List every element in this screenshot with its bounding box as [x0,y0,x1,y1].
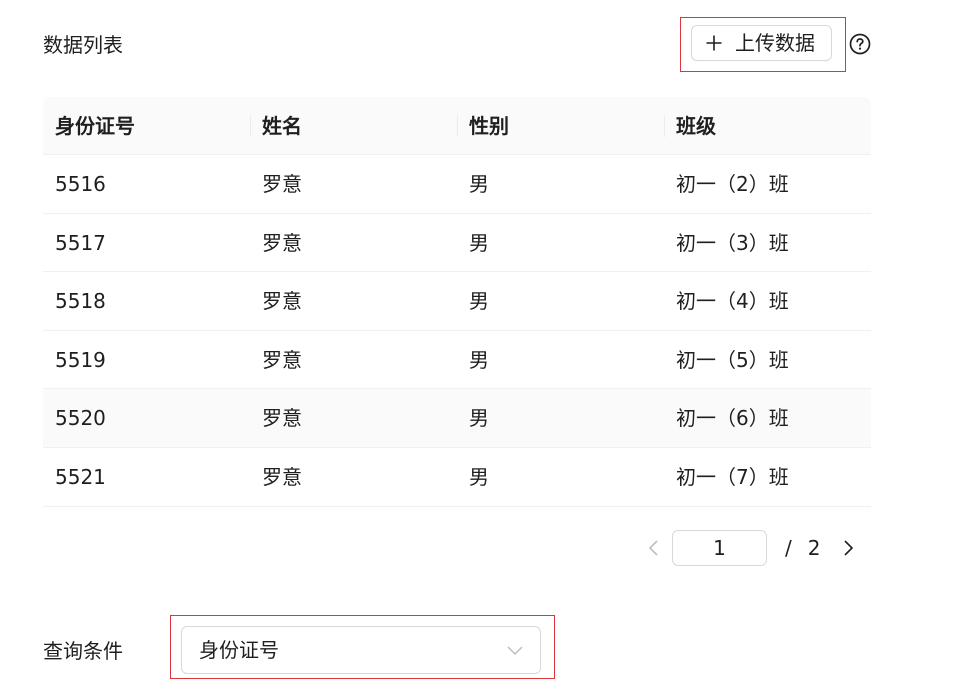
page-separator: / [785,536,792,560]
cell-gender: 男 [469,289,489,314]
cell-id: 5519 [55,347,106,372]
cell-class: 初一（6）班 [676,406,789,431]
page: 数据列表 上传数据 身份证号 姓名 性别 班级 5516 罗意 男 初一（2）班… [0,0,972,696]
table-row-hovered[interactable]: 5520 罗意 男 初一（6）班 [43,389,871,448]
cell-gender: 男 [469,464,489,489]
column-header-gender: 性别 [457,97,664,154]
cell-id: 5518 [55,289,106,314]
chevron-right-icon [844,540,854,556]
data-table: 身份证号 姓名 性别 班级 5516 罗意 男 初一（2）班 5517 罗意 男… [43,97,871,507]
cell-gender: 男 [469,406,489,431]
cell-name: 罗意 [262,406,302,431]
next-page-button[interactable] [834,530,862,566]
cell-gender: 男 [469,230,489,255]
chevron-down-icon [507,646,523,656]
query-condition-select[interactable]: 身份证号 [181,626,541,674]
column-header-id: 身份证号 [55,114,135,138]
data-list-title: 数据列表 [43,33,123,57]
table-row[interactable]: 5518 罗意 男 初一（4）班 [43,272,871,331]
pagination: 1 / 2 [640,530,862,566]
cell-id: 5521 [55,464,106,489]
upload-data-button[interactable]: 上传数据 [691,25,832,61]
table-row[interactable]: 5517 罗意 男 初一（3）班 [43,214,871,273]
cell-class: 初一（7）班 [676,464,789,489]
prev-page-button[interactable] [640,530,668,566]
total-pages: 2 [807,536,821,560]
cell-id: 5517 [55,230,106,255]
query-condition-label: 查询条件 [43,639,123,663]
table-row[interactable]: 5519 罗意 男 初一（5）班 [43,331,871,390]
cell-class: 初一（2）班 [676,172,789,196]
cell-id: 5520 [55,406,106,431]
table-row[interactable]: 5521 罗意 男 初一（7）班 [43,448,871,507]
select-value: 身份证号 [199,638,279,662]
cell-name: 罗意 [262,289,302,314]
cell-gender: 男 [469,172,489,196]
cell-name: 罗意 [262,464,302,489]
cell-gender: 男 [469,347,489,372]
column-header-class: 班级 [664,97,871,154]
cell-name: 罗意 [262,172,302,196]
cell-class: 初一（5）班 [676,347,789,372]
cell-class: 初一（4）班 [676,289,789,314]
page-number-input[interactable]: 1 [672,530,767,566]
upload-data-label: 上传数据 [735,31,815,55]
cell-id: 5516 [55,172,106,196]
plus-icon [706,35,722,51]
table-row[interactable]: 5516 罗意 男 初一（2）班 [43,155,871,214]
table-header: 身份证号 姓名 性别 班级 [43,97,871,155]
cell-class: 初一（3）班 [676,230,789,255]
question-circle-icon[interactable] [849,33,871,55]
chevron-left-icon [648,540,658,556]
column-header-name: 姓名 [250,97,457,154]
cell-name: 罗意 [262,230,302,255]
cell-name: 罗意 [262,347,302,372]
